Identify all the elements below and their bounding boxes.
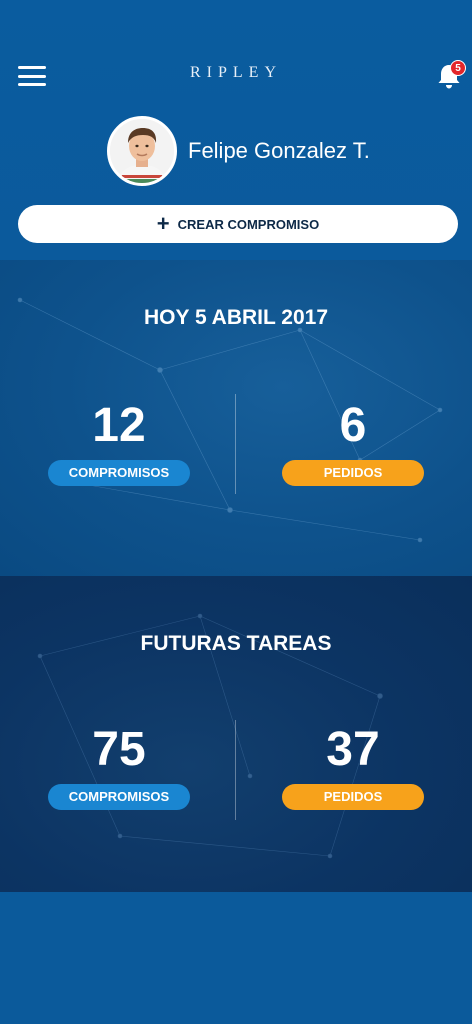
future-commitments-stat[interactable]: 75 COMPROMISOS	[48, 724, 190, 810]
plus-icon: +	[156, 211, 170, 236]
future-title: FUTURAS TAREAS	[140, 632, 332, 655]
future-tasks-section: FUTURAS TAREAS 75 COMPROMISOS 37 PEDIDOS	[0, 576, 472, 892]
notification-count-badge: 5	[450, 60, 466, 76]
app-header: RIPLEY 5 Felipe Gonzalez T. + CREAR COMP…	[0, 0, 472, 260]
menu-line	[18, 83, 46, 86]
today-orders-pill[interactable]: PEDIDOS	[282, 460, 424, 486]
today-commitments-count: 12	[92, 399, 146, 452]
create-commitment-label: CREAR COMPROMISO	[177, 216, 320, 232]
today-title: HOY 5 ABRIL 2017	[143, 306, 329, 329]
stat-divider	[235, 394, 236, 494]
today-orders-count: 6	[339, 399, 367, 452]
user-name: Felipe Gonzalez T.	[188, 138, 370, 163]
avatar[interactable]	[107, 116, 177, 186]
create-commitment-button[interactable]: + CREAR COMPROMISO	[18, 205, 458, 243]
footer-area	[0, 892, 472, 1024]
future-orders-pill[interactable]: PEDIDOS	[282, 784, 424, 810]
stat-divider	[235, 720, 236, 820]
future-orders-count: 37	[326, 723, 380, 776]
future-commitments-count: 75	[92, 723, 146, 776]
today-commitments-pill[interactable]: COMPROMISOS	[48, 460, 190, 486]
future-commitments-pill[interactable]: COMPROMISOS	[48, 784, 190, 810]
today-commitments-stat[interactable]: 12 COMPROMISOS	[48, 400, 190, 486]
today-section: HOY 5 ABRIL 2017 12 COMPROMISOS 6 PEDIDO…	[0, 260, 472, 576]
notifications-button[interactable]: 5	[436, 60, 466, 90]
today-orders-stat[interactable]: 6 PEDIDOS	[282, 400, 424, 486]
future-orders-stat[interactable]: 37 PEDIDOS	[282, 724, 424, 810]
user-photo	[110, 119, 174, 183]
brand-logo: RIPLEY	[190, 64, 282, 81]
